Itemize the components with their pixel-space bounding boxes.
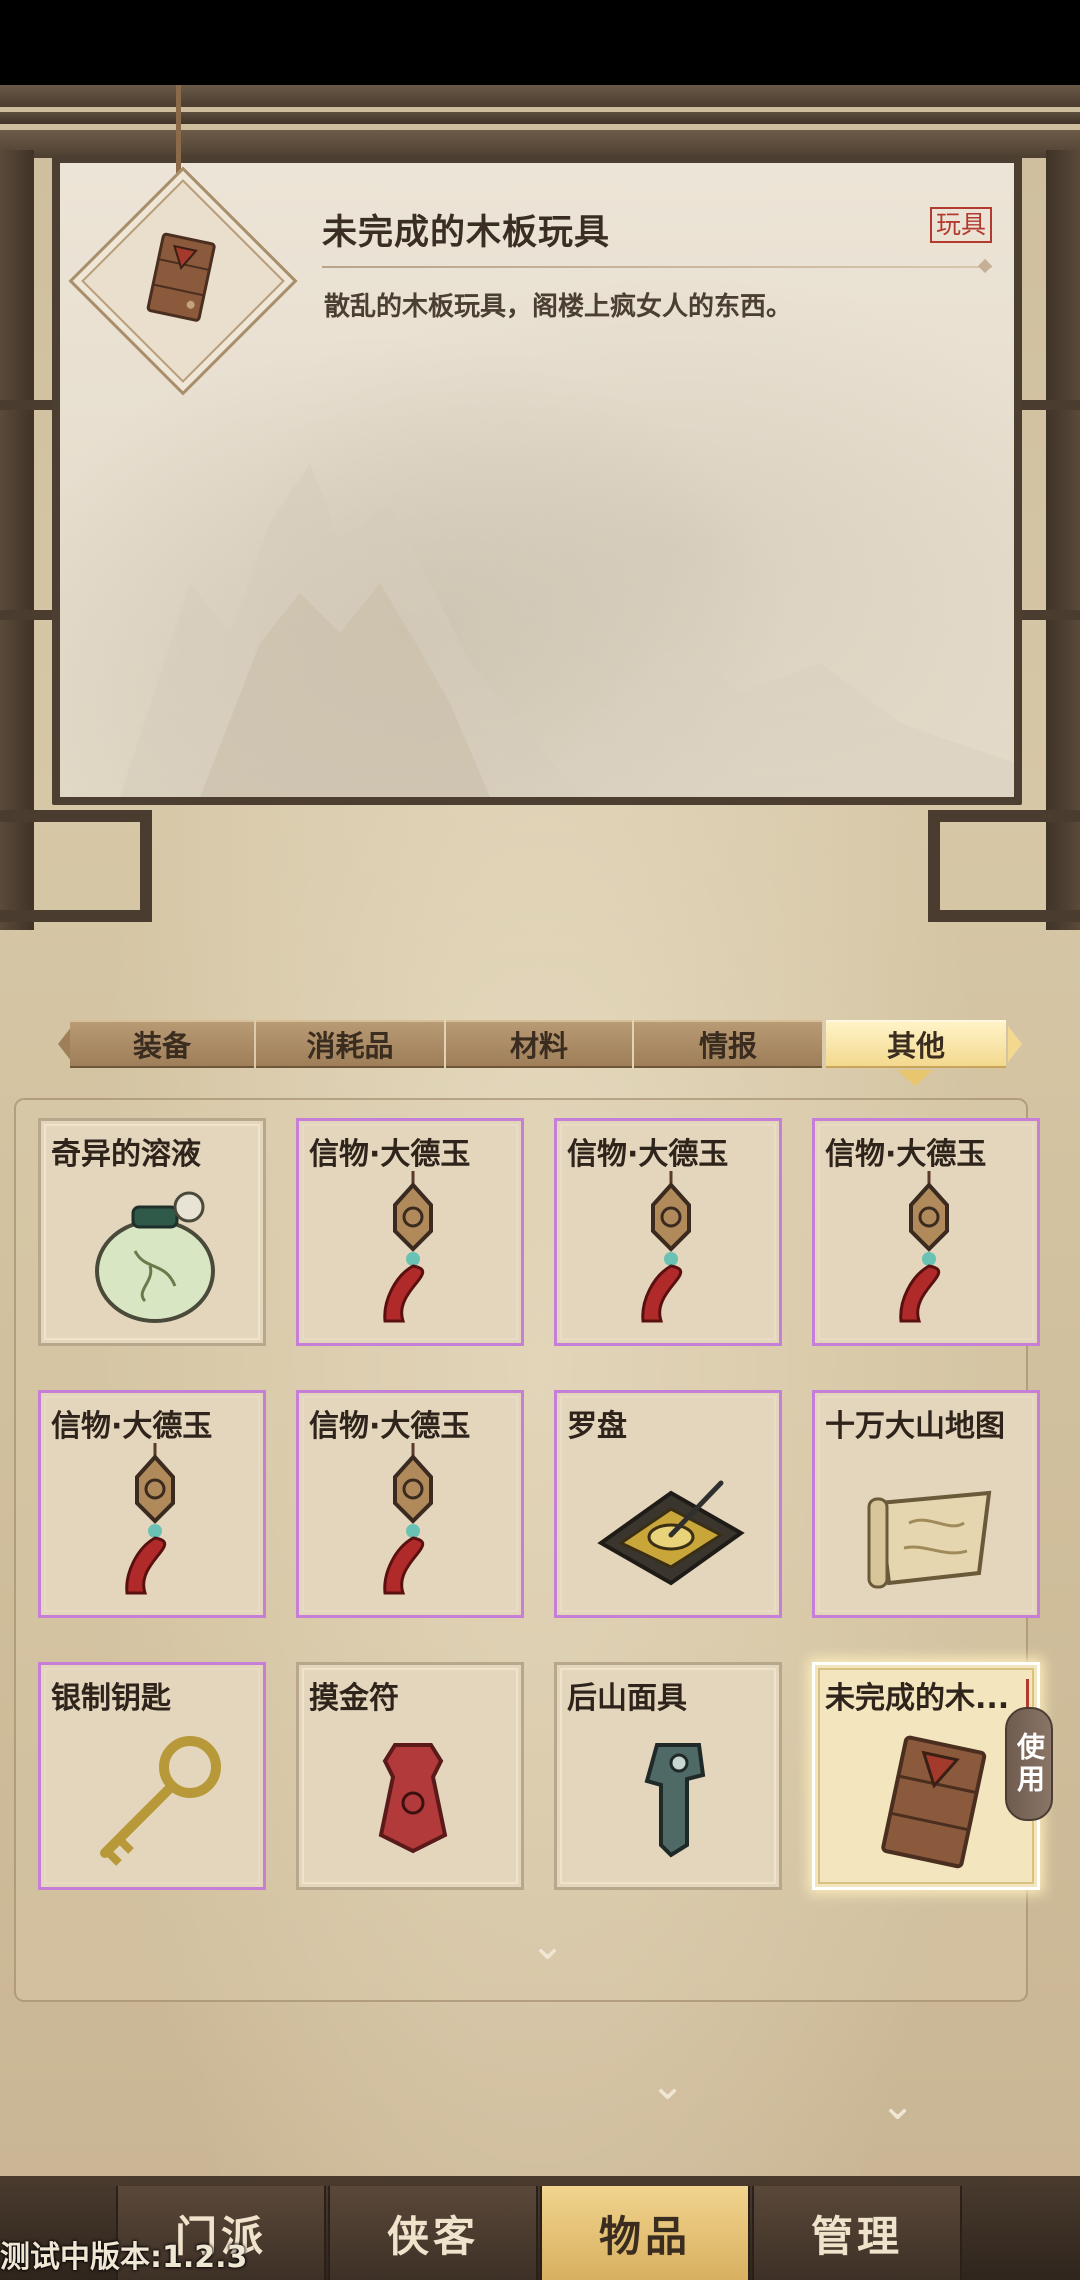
item-description: 散乱的木板玩具，阁楼上疯女人的东西。 xyxy=(324,292,793,322)
item-name: 信物·大德玉 xyxy=(825,1137,987,1172)
item-name: 十万大山地图 xyxy=(825,1409,1005,1444)
inventory-slot[interactable]: 信物·大德玉 xyxy=(296,1118,524,1346)
item-name: 信物·大德玉 xyxy=(309,1409,471,1444)
jade-pendant-icon xyxy=(383,1443,433,1595)
wooden-board-icon xyxy=(146,232,216,322)
bird-decoration: ⌄ xyxy=(650,2060,686,2109)
mask-icon xyxy=(644,1743,706,1858)
active-tab-indicator xyxy=(897,1070,933,1086)
item-name: 未完成的木... xyxy=(825,1681,1010,1716)
inventory-slot[interactable]: 信物·大德玉 xyxy=(554,1118,782,1346)
selected-item-frame xyxy=(68,166,298,396)
tab-label: 消耗品 xyxy=(306,1029,394,1063)
inventory-slot[interactable]: 十万大山地图 xyxy=(812,1390,1040,1618)
bird-decoration: ⌄ xyxy=(530,1920,566,1969)
tab-label: 装备 xyxy=(132,1029,191,1063)
version-label: 测试中版本:1.2.3 xyxy=(0,2240,248,2275)
jade-pendant-icon xyxy=(125,1443,175,1595)
tab-consumables[interactable]: 消耗品 xyxy=(256,1020,444,1068)
inventory-slot[interactable]: 银制钥匙 xyxy=(38,1662,266,1890)
tab-equipment[interactable]: 装备 xyxy=(70,1020,254,1068)
button-rope xyxy=(1026,1679,1029,1709)
jade-pendant-icon xyxy=(383,1171,433,1323)
tab-label: 材料 xyxy=(509,1029,568,1063)
item-name: 罗盘 xyxy=(567,1409,627,1444)
tab-label: 其他 xyxy=(886,1029,945,1063)
status-bar xyxy=(0,0,1080,85)
inventory-slot[interactable]: 信物·大德玉 xyxy=(296,1390,524,1618)
hanging-rope xyxy=(176,85,181,175)
tab-materials[interactable]: 材料 xyxy=(446,1020,632,1068)
item-title: 未完成的木板玩具 xyxy=(322,213,611,253)
lattice-bar xyxy=(928,910,1080,922)
map-scroll-icon xyxy=(867,1490,992,1589)
item-name: 信物·大德玉 xyxy=(51,1409,213,1444)
nav-label: 管理 xyxy=(810,2211,903,2261)
category-tabs: 装备 消耗品 材料 情报 其他 xyxy=(58,1020,1022,1068)
inventory-slot[interactable]: 信物·大德玉 xyxy=(38,1390,266,1618)
lattice-bar xyxy=(928,810,940,910)
jade-pendant-icon xyxy=(899,1171,949,1323)
inventory-slot-selected[interactable]: 未完成的木... 使用 xyxy=(812,1662,1053,1890)
jade-pendant-icon xyxy=(641,1171,691,1323)
inventory-slot[interactable]: 后山面具 xyxy=(554,1662,782,1890)
game-screen: 未完成的木板玩具 玩具 散乱的木板玩具，阁楼上疯女人的东西。 装备 消耗品 材料… xyxy=(0,0,1080,2280)
item-name: 奇异的溶液 xyxy=(51,1137,201,1172)
item-name: 信物·大德玉 xyxy=(309,1137,471,1172)
inventory-slot[interactable]: 摸金符 xyxy=(296,1662,524,1890)
item-name: 摸金符 xyxy=(309,1681,399,1716)
title-divider xyxy=(322,266,992,268)
talisman-icon xyxy=(378,1743,448,1854)
inventory-slot[interactable]: 奇异的溶液 xyxy=(38,1118,266,1346)
item-name: 银制钥匙 xyxy=(51,1681,171,1716)
nav-heroes[interactable]: 侠客 xyxy=(328,2186,538,2280)
nav-items[interactable]: 物品 xyxy=(540,2186,750,2280)
nav-manage[interactable]: 管理 xyxy=(752,2186,962,2280)
item-name: 后山面具 xyxy=(567,1681,687,1716)
inventory-slot[interactable]: 罗盘 xyxy=(554,1390,782,1618)
wooden-beam xyxy=(0,130,1080,158)
nav-label: 物品 xyxy=(598,2211,691,2261)
tab-intel[interactable]: 情报 xyxy=(634,1020,822,1068)
compass-icon xyxy=(597,1480,745,1586)
inventory-slot[interactable]: 信物·大德玉 xyxy=(812,1118,1040,1346)
tab-label: 情报 xyxy=(698,1029,757,1063)
use-button[interactable]: 使用 xyxy=(1005,1707,1053,1821)
tab-right-arrow xyxy=(1008,1026,1022,1062)
wooden-beam xyxy=(0,112,1080,124)
wooden-board-icon xyxy=(881,1735,987,1869)
wooden-beam xyxy=(0,85,1080,107)
lattice-bar xyxy=(930,810,1080,822)
bird-decoration: ⌄ xyxy=(880,2080,916,2129)
nav-label: 侠客 xyxy=(386,2211,479,2261)
item-category-tag: 玩具 xyxy=(930,207,993,243)
tab-other[interactable]: 其他 xyxy=(826,1020,1006,1068)
key-icon xyxy=(100,1736,221,1866)
item-name: 信物·大德玉 xyxy=(567,1137,729,1172)
potion-jar-icon xyxy=(95,1191,215,1323)
